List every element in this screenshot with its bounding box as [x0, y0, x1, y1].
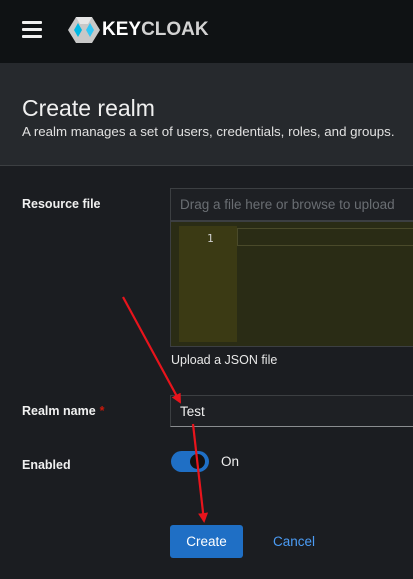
- enabled-toggle-state: On: [221, 454, 240, 469]
- toggle-knob: [190, 454, 205, 469]
- create-button[interactable]: Create: [170, 525, 243, 558]
- annotation-arrow-to-create-button: [191, 423, 209, 523]
- keycloak-logo-icon: [68, 17, 100, 43]
- masthead: KEYCLOAK: [0, 0, 413, 63]
- logo-wordmark: KEYCLOAK: [102, 19, 209, 40]
- json-code-editor[interactable]: 1: [170, 221, 413, 347]
- hamburger-menu-icon[interactable]: [22, 21, 42, 39]
- editor-current-line[interactable]: [237, 228, 413, 246]
- editor-line-number: 1: [207, 232, 214, 245]
- enabled-label: Enabled: [22, 458, 71, 472]
- page-subtitle: A realm manages a set of users, credenti…: [22, 124, 395, 139]
- resource-file-label: Resource file: [22, 197, 101, 211]
- page-header: Create realm A realm manages a set of us…: [0, 63, 413, 166]
- page-title: Create realm: [22, 95, 155, 121]
- cancel-button[interactable]: Cancel: [262, 525, 326, 558]
- realm-name-input[interactable]: [171, 396, 413, 426]
- keycloak-logo[interactable]: KEYCLOAK: [68, 16, 209, 44]
- realm-name-field[interactable]: [170, 395, 413, 427]
- file-upload-helper-text: Upload a JSON file: [171, 353, 278, 367]
- file-upload-dropzone[interactable]: Drag a file here or browse to upload: [170, 188, 413, 221]
- file-upload-placeholder: Drag a file here or browse to upload: [180, 197, 395, 212]
- required-marker: *: [99, 404, 105, 418]
- realm-name-label: Realm name *: [22, 404, 105, 418]
- realm-name-label-text: Realm name: [22, 404, 96, 418]
- enabled-toggle-switch[interactable]: [171, 451, 209, 472]
